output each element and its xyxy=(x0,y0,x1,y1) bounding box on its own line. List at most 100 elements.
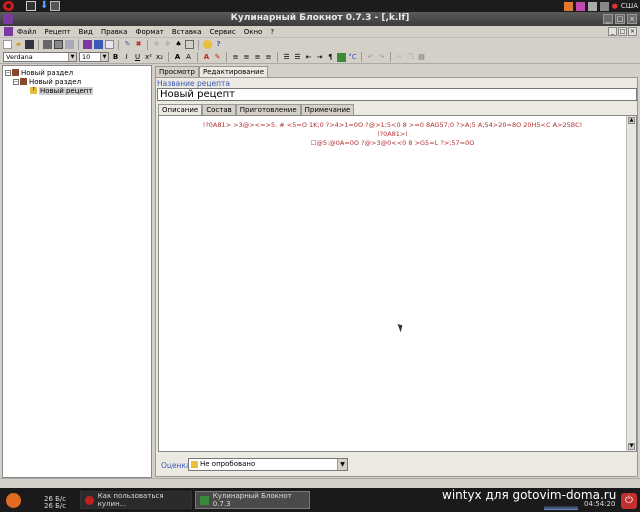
insert-image-icon[interactable] xyxy=(337,52,346,62)
new-icon[interactable] xyxy=(3,40,12,49)
indent-decrease-icon[interactable]: ⇤ xyxy=(304,53,313,62)
font-size-select[interactable]: 10 ▼ xyxy=(79,52,109,62)
description-editor[interactable]: !?0A81> >3@><=>5. # <5=O 1K;0 ?>4>1=0O ?… xyxy=(158,115,637,452)
subscript-icon[interactable]: x₂ xyxy=(155,53,164,62)
window-titlebar[interactable]: Кулинарный Блокнот 0.7.3 - [,k.lf] _ □ × xyxy=(0,12,640,26)
collapse-icon[interactable]: − xyxy=(13,78,19,85)
vertical-scrollbar[interactable]: ▲ ▼ xyxy=(626,116,636,451)
tab-cooking[interactable]: Приготовление xyxy=(235,104,301,115)
taskbar-item-notebook[interactable]: Кулинарный Блокнот 0.7.3 xyxy=(195,491,310,509)
copy-icon[interactable]: ❐ xyxy=(406,53,415,62)
paste-icon[interactable]: ▤ xyxy=(417,53,426,62)
maximize-icon[interactable]: □ xyxy=(615,14,625,24)
locale-indicator[interactable]: США xyxy=(621,2,638,10)
menu-format[interactable]: Формат xyxy=(135,28,163,36)
font-shrink-icon[interactable]: A xyxy=(184,53,193,62)
align-left-icon[interactable]: ≡ xyxy=(231,53,240,62)
font-color-icon[interactable]: A xyxy=(202,53,211,62)
format-toolbar: Verdana ▼ 10 ▼ B I U x² x₂ A A A ✎ ≡ ≡ ≡… xyxy=(0,51,640,64)
redo-icon[interactable]: ↷ xyxy=(377,53,386,62)
tab-description[interactable]: Описание xyxy=(158,104,203,115)
highlight-icon[interactable]: ✎ xyxy=(213,53,222,62)
save-icon[interactable] xyxy=(25,40,34,49)
description-line: !?0A81> >3@><=>5. # <5=O 1K;0 ?>4>1=0O ?… xyxy=(202,121,583,129)
recipe-icon[interactable] xyxy=(105,40,114,49)
book-icon[interactable] xyxy=(83,40,92,49)
bullet-list-icon[interactable]: ☰ xyxy=(282,53,291,62)
tab-edit[interactable]: Редактирование xyxy=(198,66,269,77)
tree-node-recipe[interactable]: ? Новый рецепт xyxy=(30,86,94,95)
scroll-down-icon[interactable]: ▼ xyxy=(628,443,635,450)
top-panel: ⬇ ● США xyxy=(0,0,640,12)
power-icon[interactable]: ⏻ xyxy=(621,493,637,509)
window-icon[interactable] xyxy=(50,1,60,11)
font-name-select[interactable]: Verdana ▼ xyxy=(3,52,77,62)
firefox-icon[interactable] xyxy=(563,1,573,11)
open-icon[interactable]: ▰ xyxy=(14,40,23,49)
cut-icon[interactable]: ✂ xyxy=(395,53,404,62)
numbered-list-icon[interactable]: ☰ xyxy=(293,53,302,62)
mdi-restore-icon[interactable]: □ xyxy=(618,27,627,36)
menu-view[interactable]: Вид xyxy=(79,28,93,36)
opera-icon[interactable] xyxy=(3,1,14,11)
mail-icon[interactable] xyxy=(185,40,194,49)
rating-question-icon xyxy=(191,461,198,468)
scroll-up-icon[interactable]: ▲ xyxy=(628,117,635,124)
close-icon[interactable]: × xyxy=(627,14,637,24)
tab-ingredients[interactable]: Состав xyxy=(202,104,236,115)
ubuntu-menu-icon[interactable] xyxy=(6,493,21,508)
mdi-close-icon[interactable]: × xyxy=(628,27,637,36)
clock[interactable]: 04:54:20 xyxy=(584,500,615,508)
align-justify-icon[interactable]: ≡ xyxy=(264,53,273,62)
tree-node-section-root[interactable]: − Новый раздел xyxy=(5,68,73,77)
tree-node-section-child[interactable]: − Новый раздел xyxy=(13,77,81,86)
binoculars-icon[interactable]: ♠ xyxy=(174,40,183,49)
download-icon[interactable]: ⬇ xyxy=(40,1,48,11)
terminal-icon[interactable] xyxy=(26,1,36,11)
book-icon xyxy=(20,78,27,85)
mdi-minimize-icon[interactable]: _ xyxy=(608,27,617,36)
document-icon[interactable] xyxy=(4,27,13,36)
recipe-name-input[interactable]: Новый рецепт xyxy=(157,88,637,101)
find-icon[interactable] xyxy=(65,40,74,49)
menu-window[interactable]: Окно xyxy=(244,28,263,36)
tab-view[interactable]: Просмотр xyxy=(155,66,199,77)
smiley-icon[interactable] xyxy=(203,40,212,49)
bold-icon[interactable]: B xyxy=(111,53,120,62)
move-down-icon[interactable]: ✥ xyxy=(163,40,172,49)
rating-select[interactable]: Не опробовано ▼ xyxy=(188,458,348,471)
menu-help[interactable]: ? xyxy=(270,28,274,36)
menu-edit[interactable]: Правка xyxy=(101,28,128,36)
edit-icon[interactable]: ✎ xyxy=(123,40,132,49)
print-icon[interactable] xyxy=(43,40,52,49)
taskbar-item-browser[interactable]: Как пользоваться кулин... xyxy=(80,491,192,509)
cpu-graph xyxy=(544,500,578,510)
menu-service[interactable]: Сервис xyxy=(210,28,236,36)
font-grow-icon[interactable]: A xyxy=(173,53,182,62)
menu-file[interactable]: Файл xyxy=(17,28,36,36)
move-up-icon[interactable]: ✥ xyxy=(152,40,161,49)
description-line: ☐@5:@0A=0O ?@>3@0<<0 8 >G5=L ?>;57=0O xyxy=(310,139,475,147)
minimize-icon[interactable]: _ xyxy=(603,14,613,24)
help-icon[interactable]: ? xyxy=(214,40,223,49)
indent-increase-icon[interactable]: ⇥ xyxy=(315,53,324,62)
tab-notes[interactable]: Примечание xyxy=(300,104,355,115)
volume-icon[interactable] xyxy=(599,1,609,11)
align-center-icon[interactable]: ≡ xyxy=(242,53,251,62)
network-icon[interactable] xyxy=(587,1,597,11)
align-right-icon[interactable]: ≡ xyxy=(253,53,262,62)
window-buttons: _ □ × xyxy=(603,14,637,24)
menu-recipe[interactable]: Рецепт xyxy=(44,28,70,36)
delete-icon[interactable]: ✖ xyxy=(134,40,143,49)
menu-insert[interactable]: Вставка xyxy=(172,28,202,36)
paragraph-icon[interactable]: ¶ xyxy=(326,53,335,62)
preview-icon[interactable] xyxy=(54,40,63,49)
superscript-icon[interactable]: x² xyxy=(144,53,153,62)
section-icon[interactable] xyxy=(94,40,103,49)
italic-icon[interactable]: I xyxy=(122,53,131,62)
collapse-icon[interactable]: − xyxy=(5,69,11,76)
underline-icon[interactable]: U xyxy=(133,53,142,62)
chevron-down-icon: ▼ xyxy=(337,459,347,470)
celsius-icon[interactable]: °C xyxy=(348,53,357,62)
undo-icon[interactable]: ↶ xyxy=(366,53,375,62)
